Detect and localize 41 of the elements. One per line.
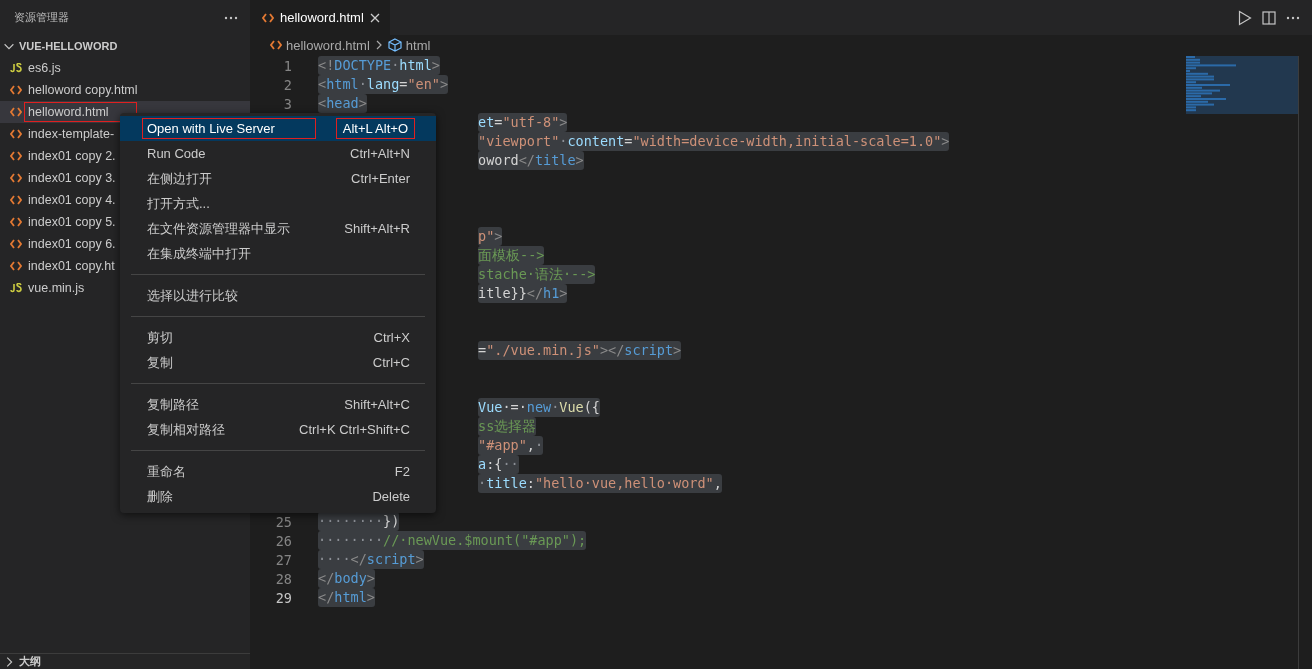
menu-item-label: 选择以进行比较 [146, 286, 239, 305]
file-name: vue.min.js [27, 280, 86, 296]
shortcut-label: Ctrl+K Ctrl+Shift+C [298, 421, 411, 439]
line-number: 2 [282, 76, 292, 93]
shortcut-label: F2 [393, 463, 411, 481]
file-name: index01 copy 2. [27, 148, 117, 164]
file-name: index01 copy 5. [27, 214, 117, 230]
menu-item-label: 复制路径 [146, 395, 200, 414]
file-name: es6.js [27, 60, 62, 76]
file-name: helloword copy.html [27, 82, 139, 98]
file-name: index01 copy 3. [27, 170, 117, 186]
line-number: 27 [274, 551, 292, 568]
menu-item-label: 在文件资源管理器中显示 [146, 219, 291, 238]
line-number: 25 [274, 513, 292, 530]
shortcut-label: Ctrl+X [372, 329, 411, 347]
menu-item-label: 复制相对路径 [146, 420, 226, 439]
menu-item-label: 打开方式... [146, 194, 211, 213]
shortcut-label: Ctrl+Enter [350, 170, 411, 188]
line-number: 3 [282, 95, 292, 112]
menu-item-label: 剪切 [146, 328, 174, 347]
line-number: 29 [274, 589, 292, 606]
shortcut-label: Alt+L Alt+O [336, 119, 414, 138]
menu-item-label: 在侧边打开 [146, 169, 213, 188]
shortcut-label: Ctrl+C [371, 354, 411, 372]
menu-item-label: 在集成终端中打开 [146, 244, 252, 263]
line-number: 26 [274, 532, 292, 549]
file-name: index01 copy 6. [27, 236, 117, 252]
shortcut-label: Ctrl+Alt+N [349, 145, 411, 163]
menu-item-label: 重命名 [146, 462, 187, 481]
file-name: index01 copy.ht [27, 258, 116, 274]
explorer-title: 资源管理器 [14, 10, 69, 25]
shortcut-label: Shift+Alt+R [343, 220, 411, 238]
menu-item-label: 复制 [146, 353, 174, 372]
menu-item-label: Run Code [146, 145, 207, 163]
line-number: 28 [274, 570, 292, 587]
shortcut-label: Delete [371, 488, 411, 506]
file-name: index-template- [27, 126, 116, 142]
menu-item-label: 删除 [146, 487, 174, 506]
line-number: 1 [282, 57, 292, 74]
file-name: index01 copy 4. [27, 192, 117, 208]
shortcut-label: Shift+Alt+C [343, 396, 411, 414]
